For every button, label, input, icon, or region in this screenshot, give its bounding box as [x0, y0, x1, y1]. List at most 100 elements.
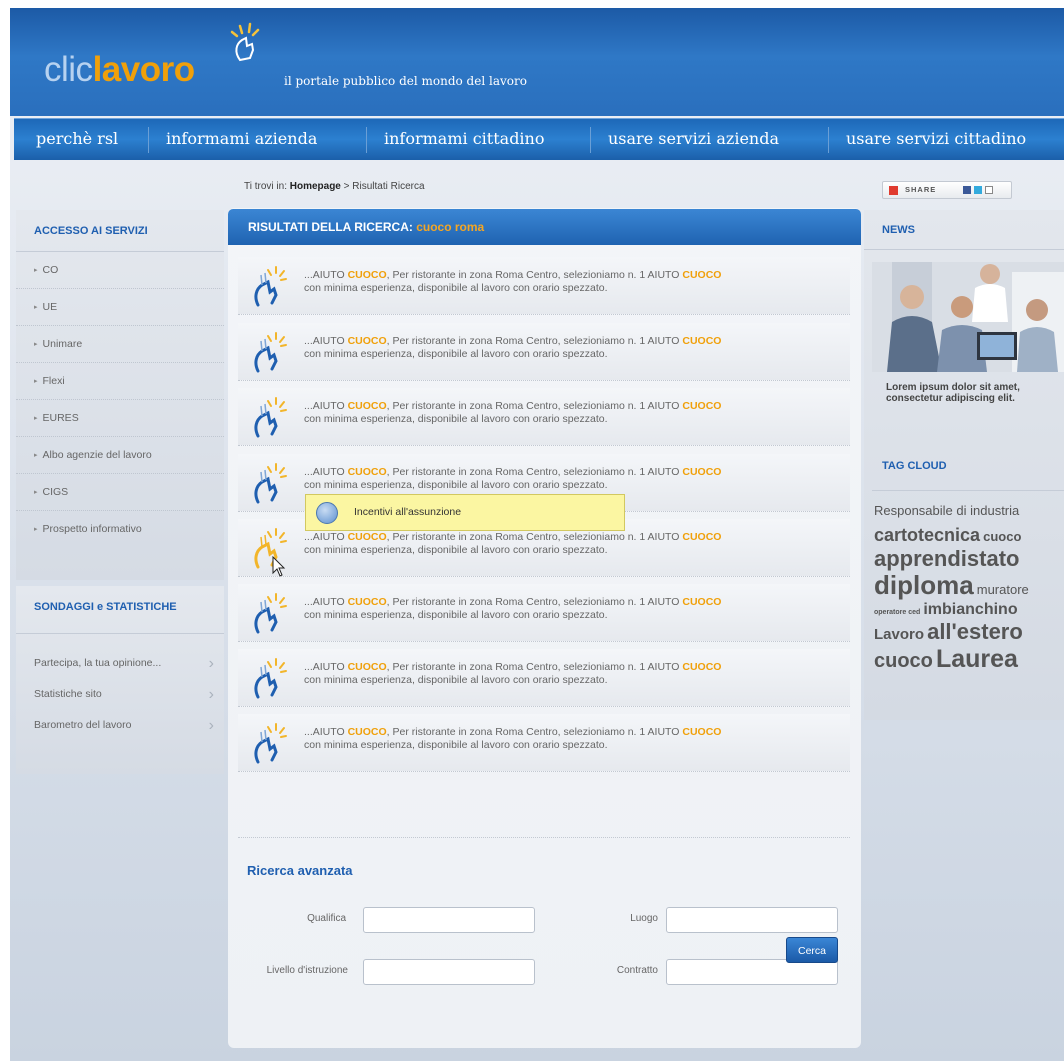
livello-istruzione-label: Livello d'istruzione: [266, 965, 348, 976]
nav-separator: [148, 127, 149, 153]
chevron-right-icon: ›: [208, 717, 214, 734]
main-nav: perchè rsl informami azienda informami c…: [14, 118, 1064, 160]
result-item[interactable]: ...AIUTO CUOCO, Per ristorante in zona R…: [238, 649, 850, 707]
info-globe-icon: [316, 502, 338, 524]
result-text: ...AIUTO CUOCO, Per ristorante in zona R…: [304, 400, 722, 425]
result-text: ...AIUTO CUOCO, Per ristorante in zona R…: [304, 269, 722, 294]
livello-istruzione-input[interactable]: [363, 959, 535, 985]
advanced-search-title: Ricerca avanzata: [247, 863, 353, 878]
news-text[interactable]: Lorem ipsum dolor sit amet, consectetur …: [886, 382, 1036, 404]
nav-informami-cittadino[interactable]: informami cittadino: [370, 119, 558, 161]
cerca-button[interactable]: Cerca: [786, 937, 838, 963]
page-frame: cliclavoro il portale pubblico del mondo…: [10, 8, 1064, 1061]
arrow-right-icon: ▸: [34, 304, 38, 311]
sidebar-item-eures[interactable]: ▸ EURES: [16, 400, 224, 437]
site-logo[interactable]: cliclavoro: [44, 50, 195, 90]
facebook-icon: [963, 186, 971, 194]
nav-separator: [590, 127, 591, 153]
sidebar-item-co[interactable]: ▸ CO: [16, 252, 224, 289]
arrow-right-icon: ▸: [34, 415, 38, 422]
nav-perche-rsl[interactable]: perchè rsl: [22, 119, 132, 161]
qualifica-input[interactable]: [363, 907, 535, 933]
left-sidebar: ACCESSO AI SERVIZI ▸ CO ▸ UE ▸ Unimare ▸ Fle…: [16, 210, 224, 780]
people-at-computer-image: [872, 262, 1064, 372]
sidebar-item-cigs[interactable]: ▸ CIGS: [16, 474, 224, 511]
divider: [238, 837, 850, 838]
access-services-title: ACCESSO AI SERVIZI: [16, 210, 224, 252]
breadcrumb-current: Risultati Ricerca: [352, 181, 425, 192]
nav-separator: [828, 127, 829, 153]
nav-usare-servizi-azienda[interactable]: usare servizi azienda: [594, 119, 793, 161]
tag-link[interactable]: cartotecnica: [874, 525, 980, 545]
sidebar-item-flexi[interactable]: ▸ Flexi: [16, 363, 224, 400]
luogo-input[interactable]: [666, 907, 838, 933]
breadcrumb: Ti trovi in: Homepage > Risultati Ricerc…: [244, 181, 425, 192]
share-button[interactable]: SHARE: [882, 181, 1012, 199]
mouse-pointer-icon: [272, 556, 286, 577]
arrow-right-icon: ▸: [34, 452, 38, 459]
tag-link[interactable]: Responsabile di industria: [874, 503, 1019, 518]
arrow-right-icon: ▸: [34, 489, 38, 496]
results-title-bar: RISULTATI DELLA RICERCA: cuoco roma: [228, 209, 861, 245]
qualifica-label: Qualifica: [307, 913, 346, 924]
tag-link[interactable]: imbianchino: [923, 601, 1017, 618]
result-item[interactable]: ...AIUTO CUOCO, Per ristorante in zona R…: [238, 584, 850, 642]
right-sidebar: NEWS Lorem ipsum dolor sit amet, consect…: [864, 210, 1064, 720]
share-icon: [889, 186, 898, 195]
sondaggi-item-partecipa[interactable]: Partecipa, la tua opinione... ›: [16, 648, 224, 679]
tag-link[interactable]: cuoco: [874, 650, 933, 672]
result-text: ...AIUTO CUOCO, Per ristorante in zona R…: [304, 531, 722, 556]
sidebar-item-albo-agenzie[interactable]: ▸ Albo agenzie del lavoro: [16, 437, 224, 474]
divider: [872, 490, 1064, 491]
tag-link[interactable]: cuoco: [983, 529, 1021, 544]
hand-pointer-icon: [254, 266, 287, 307]
nav-informami-azienda[interactable]: informami azienda: [152, 119, 331, 161]
site-tagline: il portale pubblico del mondo del lavoro: [284, 74, 527, 88]
sondaggi-item-statistiche[interactable]: Statistiche sito ›: [16, 679, 224, 710]
result-item[interactable]: ...AIUTO CUOCO, Per ristorante in zona R…: [238, 323, 850, 381]
hand-pointer-icon: [254, 723, 287, 764]
breadcrumb-home-link[interactable]: Homepage: [290, 181, 341, 192]
hand-pointer-icon: [254, 593, 287, 634]
tag-link[interactable]: all'estero: [927, 619, 1023, 644]
nav-usare-servizi-cittadino[interactable]: usare servizi cittadino: [832, 119, 1040, 161]
result-item[interactable]: ...AIUTO CUOCO, Per ristorante in zona R…: [238, 714, 850, 772]
access-services-box: ACCESSO AI SERVIZI ▸ CO ▸ UE ▸ Unimare ▸ Fle…: [16, 210, 224, 580]
sidebar-item-ue[interactable]: ▸ UE: [16, 289, 224, 326]
luogo-label: Luogo: [630, 913, 658, 924]
result-item[interactable]: ...AIUTO CUOCO, Per ristorante in zona R…: [238, 388, 850, 446]
result-item[interactable]: ...AIUTO CUOCO, Per ristorante in zona R…: [238, 257, 850, 315]
sondaggi-item-barometro[interactable]: Barometro del lavoro ›: [16, 710, 224, 741]
sondaggi-title: SONDAGGI e STATISTICHE: [16, 586, 224, 634]
twitter-icon: [974, 186, 982, 194]
arrow-right-icon: ▸: [34, 267, 38, 274]
result-text: ...AIUTO CUOCO, Per ristorante in zona R…: [304, 661, 722, 686]
chevron-right-icon: ›: [208, 686, 214, 703]
tag-link[interactable]: operatore ced: [874, 609, 920, 616]
chevron-right-icon: ›: [208, 655, 214, 672]
tag-link[interactable]: apprendistato: [874, 546, 1019, 571]
tag-link[interactable]: Laurea: [936, 645, 1018, 673]
hand-pointer-icon: [254, 332, 287, 373]
result-text: ...AIUTO CUOCO, Per ristorante in zona R…: [304, 726, 722, 751]
tag-link[interactable]: muratore: [977, 582, 1029, 597]
contratto-label: Contratto: [616, 965, 658, 976]
email-icon: [985, 186, 993, 194]
tag-cloud-title: TAG CLOUD: [882, 460, 947, 472]
arrow-right-icon: ▸: [34, 378, 38, 385]
hand-pointer-icon: [254, 397, 287, 438]
tooltip: Incentivi all'assunzione: [305, 494, 625, 531]
logo-hand-icon: [230, 22, 260, 62]
news-title: NEWS: [864, 210, 1064, 250]
tag-link[interactable]: diploma: [874, 570, 974, 600]
news-photo[interactable]: [872, 262, 1064, 372]
arrow-right-icon: ▸: [34, 526, 38, 533]
hand-pointer-icon: [254, 463, 287, 504]
tag-cloud: Responsabile di industria cartotecnica c…: [874, 503, 1064, 673]
tag-link[interactable]: Lavoro: [874, 626, 924, 643]
sidebar-item-unimare[interactable]: ▸ Unimare: [16, 326, 224, 363]
hand-pointer-icon: [254, 658, 287, 699]
result-text: ...AIUTO CUOCO, Per ristorante in zona R…: [304, 466, 722, 491]
sidebar-item-prospetto[interactable]: ▸ Prospetto informativo: [16, 511, 224, 548]
arrow-right-icon: ▸: [34, 341, 38, 348]
